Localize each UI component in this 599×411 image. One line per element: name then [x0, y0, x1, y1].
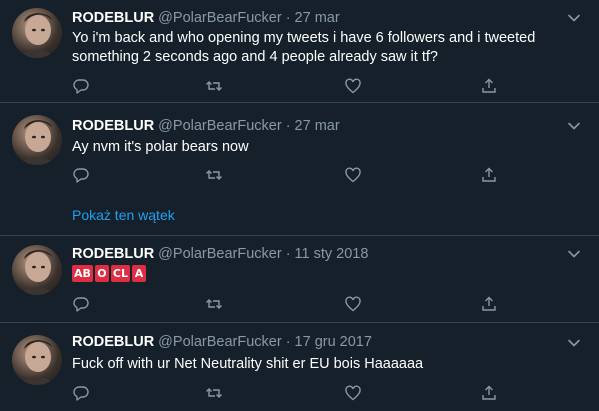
user-handle[interactable]: @PolarBearFucker [158, 246, 282, 262]
tweet-text: Ay nvm it's polar bears now [72, 139, 249, 155]
tweet-text: AB O CL A [72, 264, 572, 282]
user-handle[interactable]: @PolarBearFucker [158, 118, 282, 134]
a-blood-type-emoji: A [132, 265, 146, 282]
tweet-actions [72, 77, 572, 95]
like-icon[interactable] [344, 166, 362, 184]
reply-icon[interactable] [72, 77, 90, 95]
separator: · [285, 334, 291, 350]
like-icon[interactable] [344, 77, 362, 95]
tweet-header: RODEBLUR @PolarBearFucker · 27 mar [72, 117, 340, 135]
display-name[interactable]: RODEBLUR [72, 334, 154, 350]
like-icon[interactable] [344, 295, 362, 313]
tweet-date[interactable]: 17 gru 2017 [295, 334, 372, 350]
chevron-down-icon[interactable] [567, 119, 581, 133]
tweet-date[interactable]: 11 sty 2018 [295, 246, 369, 262]
tweet-actions [72, 295, 572, 313]
tweet-date[interactable]: 27 mar [295, 118, 340, 134]
reply-icon[interactable] [72, 384, 90, 402]
share-icon[interactable] [480, 384, 498, 402]
like-icon[interactable] [344, 384, 362, 402]
avatar[interactable] [12, 245, 62, 295]
retweet-icon[interactable] [205, 295, 223, 313]
emoji-row: AB O CL A [72, 265, 572, 282]
display-name[interactable]: RODEBLUR [72, 10, 154, 26]
tweet-actions [72, 166, 572, 184]
share-icon[interactable] [480, 166, 498, 184]
tweet[interactable]: RODEBLUR @PolarBearFucker · 17 gru 2017 Fuc… [0, 323, 599, 411]
reply-icon[interactable] [72, 295, 90, 313]
chevron-down-icon[interactable] [567, 336, 581, 350]
o-blood-type-emoji: O [94, 265, 109, 282]
tweet-header: RODEBLUR @PolarBearFucker · 17 gru 2017 [72, 333, 372, 351]
tweet[interactable]: RODEBLUR @PolarBearFucker · 27 mar Yo i'm b… [0, 0, 599, 102]
tweet-actions [72, 384, 572, 402]
tweet-text: Yo i'm back and who opening my tweets i … [72, 29, 572, 67]
tweet[interactable]: RODEBLUR @PolarBearFucker · 11 sty 2018 AB … [0, 236, 599, 322]
retweet-icon[interactable] [205, 384, 223, 402]
separator: · [285, 246, 291, 262]
tweet-header: RODEBLUR @PolarBearFucker · 11 sty 2018 [72, 245, 368, 263]
avatar[interactable] [12, 335, 62, 385]
tweet[interactable]: RODEBLUR @PolarBearFucker · 27 mar Ay nvm i… [0, 103, 599, 235]
share-icon[interactable] [480, 295, 498, 313]
chevron-down-icon[interactable] [567, 11, 581, 25]
tweet-text-line: something 2 seconds ago and 4 people alr… [72, 49, 438, 65]
chevron-down-icon[interactable] [567, 247, 581, 261]
tweet-text-line: Yo i'm back and who opening my tweets i … [72, 30, 536, 46]
separator: · [285, 10, 291, 26]
reply-icon[interactable] [72, 166, 90, 184]
ab-blood-type-emoji: AB [72, 265, 93, 282]
display-name[interactable]: RODEBLUR [72, 246, 154, 262]
avatar[interactable] [12, 115, 62, 165]
display-name[interactable]: RODEBLUR [72, 118, 154, 134]
tweet-date[interactable]: 27 mar [295, 10, 340, 26]
share-icon[interactable] [480, 77, 498, 95]
separator: · [285, 118, 291, 134]
user-handle[interactable]: @PolarBearFucker [158, 10, 282, 26]
retweet-icon[interactable] [205, 166, 223, 184]
tweet-text: Fuck off with ur Net Neutrality shit er … [72, 356, 424, 372]
retweet-icon[interactable] [205, 77, 223, 95]
show-thread-link[interactable]: Pokaż ten wątek [72, 206, 175, 224]
avatar[interactable] [12, 8, 62, 58]
tweet-header: RODEBLUR @PolarBearFucker · 27 mar [72, 9, 340, 27]
cl-button-emoji: CL [110, 265, 130, 282]
user-handle[interactable]: @PolarBearFucker [158, 334, 282, 350]
timeline: RODEBLUR @PolarBearFucker · 27 mar Yo i'm b… [0, 0, 599, 411]
